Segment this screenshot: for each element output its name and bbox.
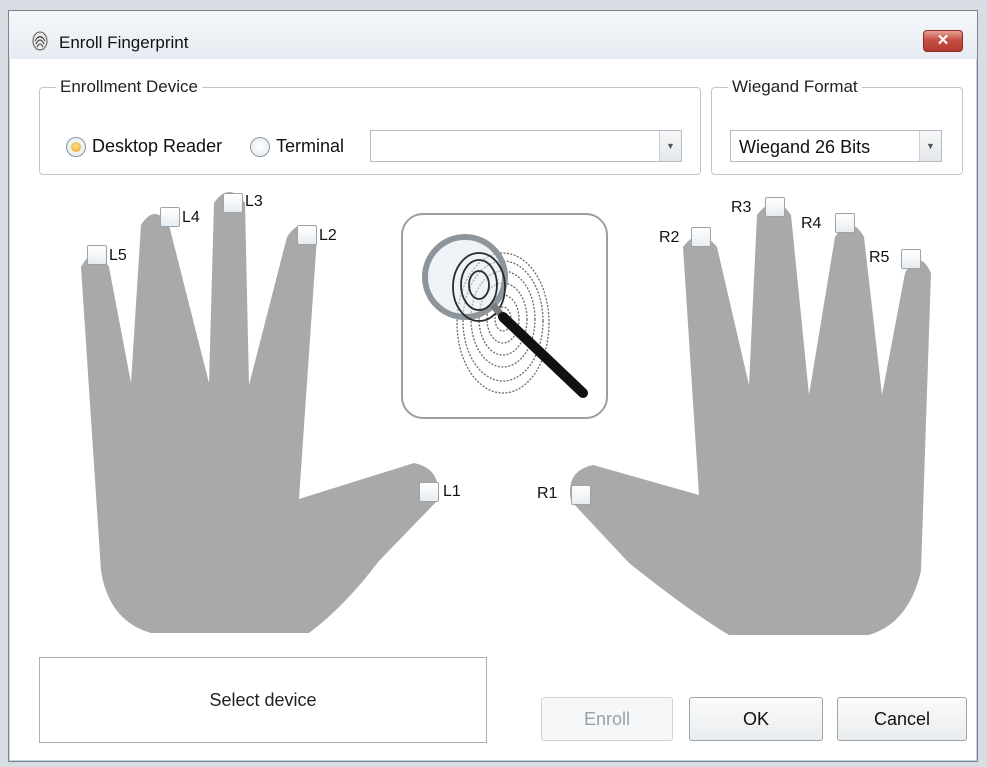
finger-label-l3: L3 [245, 193, 263, 210]
finger-label-r3: R3 [731, 199, 752, 216]
fingerprint-magnifier-icon [422, 234, 588, 398]
finger-label-l2: L2 [319, 227, 337, 244]
finger-checkbox-r4[interactable] [835, 213, 855, 233]
ok-button[interactable]: OK [689, 697, 823, 741]
enroll-button[interactable]: Enroll [541, 697, 673, 741]
finger-checkbox-l2[interactable] [297, 225, 317, 245]
enroll-fingerprint-dialog: Enroll Fingerprint ✕ Enrollment Device D… [8, 10, 978, 762]
left-hand-shape [81, 192, 439, 633]
finger-checkbox-r3[interactable] [765, 197, 785, 217]
finger-checkbox-r1[interactable] [571, 485, 591, 505]
finger-checkbox-l3[interactable] [223, 193, 243, 213]
finger-checkbox-r5[interactable] [901, 249, 921, 269]
cancel-button[interactable]: Cancel [837, 697, 967, 741]
finger-label-r4: R4 [801, 215, 822, 232]
finger-checkbox-l5[interactable] [87, 245, 107, 265]
finger-label-l1: L1 [443, 483, 461, 500]
finger-label-l4: L4 [182, 209, 200, 226]
right-hand-shape [569, 203, 931, 635]
finger-label-r5: R5 [869, 249, 890, 266]
finger-label-l5: L5 [109, 247, 127, 264]
finger-label-r1: R1 [537, 485, 558, 502]
status-text: Select device [209, 690, 317, 710]
finger-checkbox-l1[interactable] [419, 482, 439, 502]
finger-label-r2: R2 [659, 229, 680, 246]
fingerprint-scanner-panel [401, 213, 608, 419]
finger-checkbox-r2[interactable] [691, 227, 711, 247]
finger-checkbox-l4[interactable] [160, 207, 180, 227]
status-panel: Select device [39, 657, 487, 743]
